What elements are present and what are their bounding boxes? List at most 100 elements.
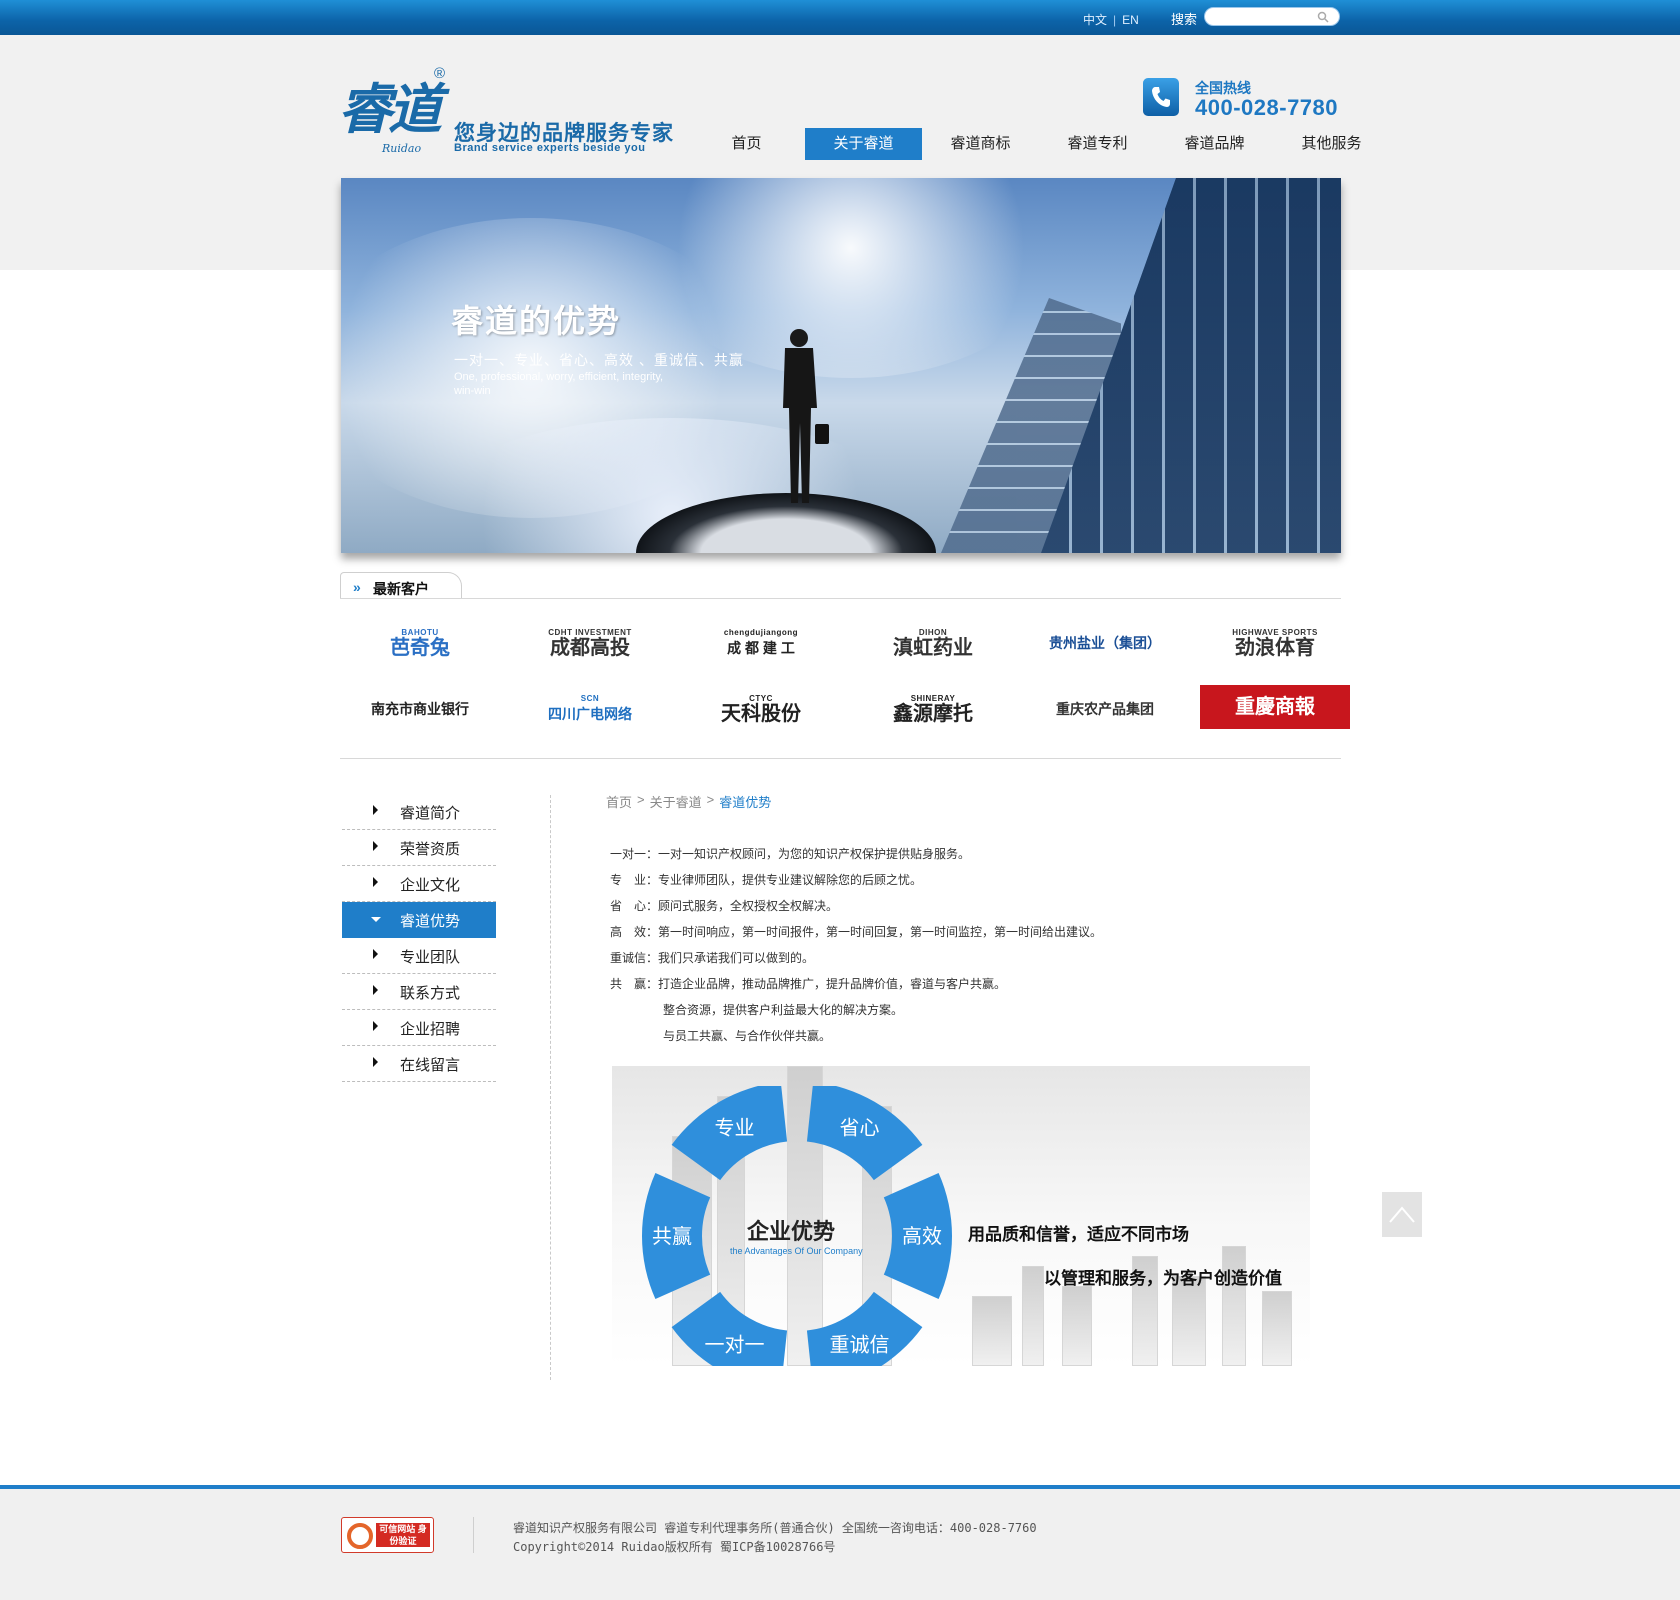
sidebar-item-message[interactable]: 在线留言: [342, 1046, 496, 1082]
client-logo-name: 南充市商业银行: [371, 701, 469, 717]
sidebar-item-label: 睿道简介: [400, 805, 461, 822]
advantage-row: 重诚信：我们只承诺我们可以做到的。: [610, 950, 1102, 976]
back-to-top-button[interactable]: [1382, 1192, 1422, 1237]
sidebar-item-team[interactable]: 专业团队: [342, 938, 496, 974]
advantage-key: 共 赢: [610, 977, 647, 991]
client-logo[interactable]: 重慶商報: [1200, 685, 1350, 729]
client-logo[interactable]: 重庆农产品集团: [1030, 679, 1180, 739]
client-logo[interactable]: DIHON 滇虹药业: [858, 613, 1008, 673]
footer-divider: [473, 1517, 474, 1553]
client-logo-name: 鑫源摩托: [893, 702, 973, 725]
wheel-segment-label: 高效: [902, 1225, 942, 1248]
advantage-key: 重诚信: [610, 951, 647, 965]
divider: [340, 598, 1341, 599]
background-building: [972, 1296, 1012, 1366]
advantage-row-continued: 整合资源，提供客户利益最大化的解决方案。: [663, 1003, 904, 1017]
search-input[interactable]: [1213, 10, 1313, 24]
wheel-segment-label: 专业: [715, 1117, 755, 1140]
client-logo[interactable]: BAHOTU 芭奇兔: [345, 613, 495, 673]
client-logo[interactable]: CTYC 天科股份: [686, 679, 836, 739]
client-logo[interactable]: CDHT INVESTMENT 成都高投: [515, 613, 665, 673]
advantages-diagram: 专业 省心 高效 重诚信 一对一 共赢 企业优势 the Advantages Of Ou…: [612, 1066, 1310, 1366]
sidebar-item-label: 荣誉资质: [400, 841, 461, 858]
top-bar: 中文 | EN 搜索: [0, 0, 1680, 35]
advantage-row: 专 业：专业律师团队，提供专业建议解除您的后顾之忧。: [610, 872, 1102, 898]
sidebar-item-label: 联系方式: [400, 985, 461, 1002]
breadcrumb-separator: >: [637, 792, 645, 807]
advantage-row: 一对一：一对一知识产权顾问，为您的知识产权保护提供贴身服务。: [610, 846, 1102, 872]
search-icon[interactable]: [1317, 11, 1329, 23]
sidebar-item-advantages[interactable]: 睿道优势: [342, 902, 496, 938]
background-building: [1062, 1286, 1092, 1366]
clients-title: 最新客户: [373, 581, 429, 597]
client-logo[interactable]: 南充市商业银行: [345, 679, 495, 739]
sidebar-item-contact[interactable]: 联系方式: [342, 974, 496, 1010]
sidebar-item-label: 企业招聘: [400, 1021, 461, 1038]
divider: [340, 758, 1341, 759]
client-logo-en: chengdujiangong: [723, 627, 799, 637]
sidebar-item-label: 企业文化: [400, 877, 461, 894]
footer-company-info: 睿道知识产权服务有限公司 睿道专利代理事务所(普通合伙) 全国统一咨询电话：40…: [513, 1521, 1037, 1535]
column-divider: [550, 795, 551, 1380]
breadcrumb-home[interactable]: 首页: [606, 792, 632, 811]
advantage-text: ：我们只承诺我们可以做到的。: [646, 951, 815, 965]
background-building: [1022, 1266, 1044, 1366]
footer-copyright: Copyright©2014 Ruidao版权所有 蜀ICP备10028766号: [513, 1540, 836, 1554]
client-logo[interactable]: SCN 四川广电网络: [515, 679, 665, 739]
main-nav: 首页 关于睿道 睿道商标 睿道专利 睿道品牌 其他服务: [688, 128, 1390, 160]
diagram-center-subtitle: the Advantages Of Our Company: [730, 1246, 863, 1256]
language-switcher: 中文 | EN: [1083, 11, 1139, 28]
lang-zh-link[interactable]: 中文: [1083, 11, 1107, 28]
nav-other-services[interactable]: 其他服务: [1273, 128, 1390, 160]
advantage-text: ：顾问式服务，全权授权全权解决。: [646, 899, 839, 913]
diagram-center-title: 企业优势: [747, 1219, 836, 1244]
client-logo-en: SCN: [580, 693, 600, 703]
search-box: [1204, 7, 1340, 26]
advantage-text: ：打造企业品牌，推动品牌推广，提升品牌价值，睿道与客户共赢。: [646, 977, 1007, 991]
phone-icon: [1143, 78, 1179, 116]
sidebar-item-culture[interactable]: 企业文化: [342, 866, 496, 902]
nav-patent[interactable]: 睿道专利: [1039, 128, 1156, 160]
client-logo[interactable]: HIGHWAVE SPORTS 劲浪体育: [1200, 613, 1350, 673]
trusted-site-badge[interactable]: 可信网站 身份验证: [341, 1517, 434, 1553]
diagram-slogan-2: 以管理和服务，为客户创造价值: [1044, 1269, 1282, 1288]
client-logo[interactable]: SHINERAY 鑫源摩托: [858, 679, 1008, 739]
advantage-text: ：专业律师团队，提供专业建议解除您的后顾之忧。: [646, 873, 923, 887]
search-label: 搜索: [1171, 12, 1198, 27]
client-logo-en: SHINERAY: [910, 693, 956, 703]
clients-tab: » 最新客户: [340, 572, 462, 598]
nav-about[interactable]: 关于睿道: [805, 128, 922, 160]
sidebar-item-honors[interactable]: 荣誉资质: [342, 830, 496, 866]
caret-right-icon: [373, 805, 378, 815]
advantage-row-continued: 与员工共赢、与合作伙伴共赢。: [663, 1029, 832, 1043]
client-logo-en: CTYC: [749, 693, 773, 703]
lang-en-link[interactable]: EN: [1122, 13, 1139, 27]
nav-brand[interactable]: 睿道品牌: [1156, 128, 1273, 160]
nav-home[interactable]: 首页: [688, 128, 805, 160]
breadcrumb-section[interactable]: 关于睿道: [650, 792, 702, 811]
sidebar-item-intro[interactable]: 睿道简介: [342, 794, 496, 830]
caret-right-icon: [373, 949, 378, 959]
client-logo-name: 劲浪体育: [1235, 636, 1315, 659]
site-logo[interactable]: 睿道 ® Ruidao 您身边的品牌服务专家 Brand service exp…: [338, 65, 678, 160]
nav-trademark[interactable]: 睿道商标: [922, 128, 1039, 160]
client-logo-en: BAHOTU: [401, 627, 439, 637]
caret-right-icon: [373, 841, 378, 851]
client-logo-name: 四川广电网络: [548, 705, 632, 722]
client-logo-name: 成 都 建 工: [727, 639, 795, 656]
client-logo-name: 滇虹药业: [893, 636, 973, 659]
lang-separator: |: [1113, 12, 1117, 27]
hotline: 全国热线 400-028-7780: [1143, 78, 1343, 122]
advantage-key: 专 业: [610, 873, 647, 887]
sidebar-item-jobs[interactable]: 企业招聘: [342, 1010, 496, 1046]
logo-mark: 睿道: [338, 77, 442, 141]
chevron-right-icon: »: [353, 579, 361, 595]
logo-script: Ruidao: [382, 142, 422, 155]
banner-title: 睿道的优势: [451, 303, 622, 339]
client-logo-en: CDHT INVESTMENT: [548, 627, 632, 637]
client-logo[interactable]: chengdujiangong 成 都 建 工: [686, 613, 836, 673]
sidebar-menu: 睿道简介 荣誉资质 企业文化 睿道优势 专业团队 联系方式 企业招聘 在线留言: [342, 794, 496, 1082]
client-logo[interactable]: 贵州盐业（集团）: [1030, 613, 1180, 673]
footer: 可信网站 身份验证 睿道知识产权服务有限公司 睿道专利代理事务所(普通合伙) 全…: [0, 1489, 1680, 1600]
banner-tagline-en: One, professional, worry, efficient, int…: [454, 371, 664, 397]
